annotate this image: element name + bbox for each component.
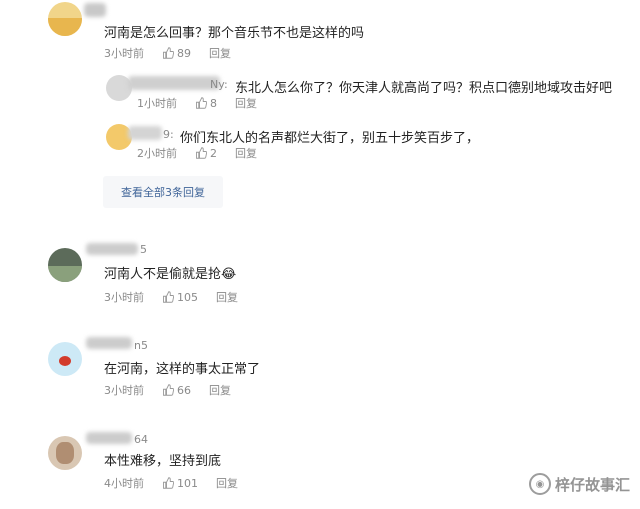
comment-username[interactable]: 5	[140, 243, 147, 256]
username-redacted[interactable]	[86, 243, 138, 255]
thumbs-up-icon	[163, 384, 174, 396]
comment-text: 本性难移，坚持到底	[104, 454, 222, 469]
comment-time: 3小时前	[104, 384, 144, 397]
reply-username[interactable]: 9:	[163, 128, 174, 141]
comment-time: 4小时前	[104, 477, 144, 490]
username-redacted[interactable]	[86, 432, 132, 444]
watermark: ◉ 梓仔故事汇	[528, 473, 630, 495]
avatar-shape	[56, 442, 74, 464]
reply-text: 你们东北人的名声都烂大街了，别五十步笑百步了，	[180, 131, 480, 146]
avatar[interactable]	[48, 248, 82, 282]
avatar[interactable]	[48, 2, 82, 36]
like-count: 101	[177, 476, 198, 490]
like-button[interactable]: 8	[195, 97, 217, 110]
thumbs-up-icon	[196, 147, 207, 159]
like-count: 2	[210, 146, 217, 160]
reply-button[interactable]: 回复	[209, 45, 231, 61]
view-all-replies-button[interactable]: 查看全部3条回复	[103, 176, 223, 208]
like-button[interactable]: 66	[162, 384, 191, 397]
username-redacted[interactable]	[84, 3, 106, 17]
reply-button[interactable]: 回复	[209, 382, 231, 398]
comment-username[interactable]: 64	[134, 433, 148, 446]
like-button[interactable]: 2	[195, 147, 217, 160]
like-count: 105	[177, 290, 198, 304]
reply-meta: 1小时前 8 回复	[137, 95, 257, 111]
avatar-shape	[48, 266, 82, 282]
like-count: 8	[210, 96, 217, 110]
comment-time: 3小时前	[104, 291, 144, 304]
reply-time: 1小时前	[137, 97, 177, 110]
reply-button[interactable]: 回复	[216, 475, 238, 491]
avatar[interactable]	[48, 342, 82, 376]
comment-text: 河南是怎么回事？那个音乐节不也是这样的吗	[104, 26, 365, 41]
comment-meta: 4小时前 101 回复	[104, 475, 238, 491]
thumbs-up-icon	[163, 477, 174, 489]
reply-button[interactable]: 回复	[235, 95, 257, 111]
comment-username[interactable]: n5	[134, 339, 148, 352]
reply-meta: 2小时前 2 回复	[137, 145, 257, 161]
comment-time: 3小时前	[104, 47, 144, 60]
like-count: 66	[177, 383, 191, 397]
like-button[interactable]: 105	[162, 291, 198, 304]
like-count: 89	[177, 46, 191, 60]
like-button[interactable]: 101	[162, 477, 198, 490]
reply-button[interactable]: 回复	[235, 145, 257, 161]
watermark-logo-icon: ◉	[528, 473, 551, 495]
comment-text: 在河南，这样的事太正常了	[104, 362, 261, 377]
comment-meta: 3小时前 66 回复	[104, 382, 231, 398]
reply-time: 2小时前	[137, 147, 177, 160]
reply-text: 东北人怎么你了？你天津人就高尚了吗？积点口德别地域攻击好吧	[235, 81, 613, 96]
thumbs-up-icon	[163, 291, 174, 303]
like-button[interactable]: 89	[162, 47, 191, 60]
reply-username[interactable]: Ny:	[210, 78, 228, 91]
reply-button[interactable]: 回复	[216, 289, 238, 305]
username-redacted[interactable]	[86, 337, 132, 349]
watermark-text: 梓仔故事汇	[554, 475, 630, 494]
thumbs-up-icon	[196, 97, 207, 109]
avatar[interactable]	[48, 436, 82, 470]
avatar-shape	[48, 18, 82, 36]
comment-text: 河南人不是偷就是抢😂	[104, 267, 237, 282]
thumbs-up-icon	[163, 47, 174, 59]
avatar-shape	[59, 356, 71, 366]
username-redacted[interactable]	[128, 126, 162, 140]
comment-meta: 3小时前 89 回复	[104, 45, 231, 61]
username-redacted[interactable]	[128, 76, 220, 90]
comment-meta: 3小时前 105 回复	[104, 289, 238, 305]
